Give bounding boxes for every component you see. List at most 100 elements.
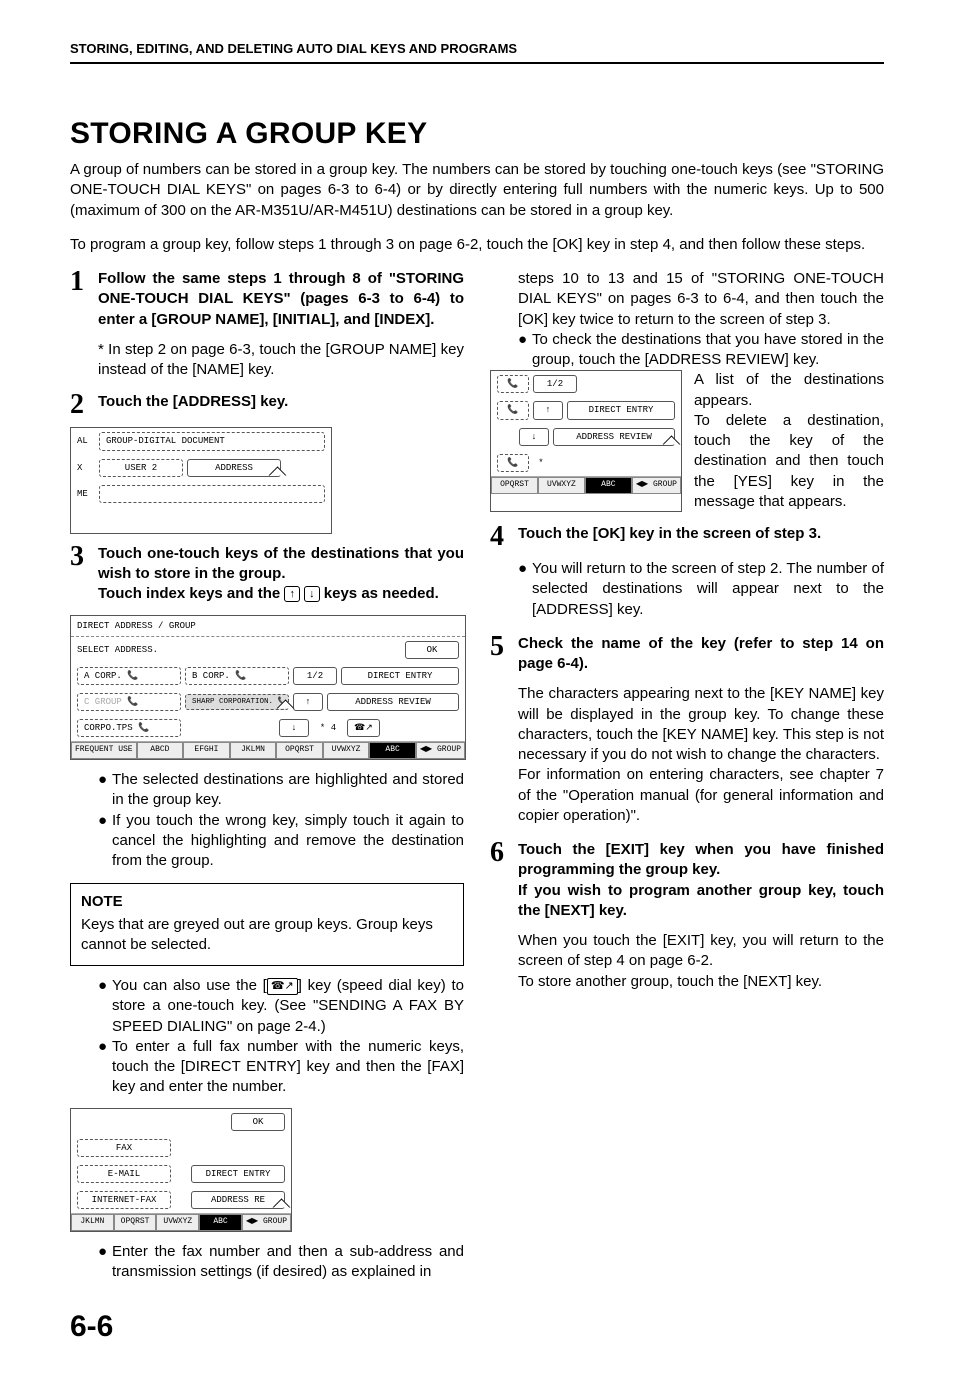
down-button: ↓ bbox=[519, 428, 549, 446]
step-2-head: Touch the [ADDRESS] key. bbox=[98, 392, 288, 417]
step-3-head-2: Touch index keys and the ↑ ↓ keys as nee… bbox=[98, 584, 464, 604]
note-title: NOTE bbox=[81, 892, 453, 912]
tab: JKLMN bbox=[230, 742, 277, 759]
tab: OPQRST bbox=[114, 1214, 157, 1231]
note-bullet-2: ●To enter a full fax number with the num… bbox=[98, 1037, 464, 1098]
step-3-head-1: Touch one-touch keys of the destinations… bbox=[98, 544, 464, 585]
step-number: 3 bbox=[70, 544, 98, 605]
tab: ABCD bbox=[137, 742, 184, 759]
step-number: 5 bbox=[490, 634, 518, 675]
step-5: 5 Check the name of the key (refer to st… bbox=[490, 634, 884, 675]
step-2-screenshot: AL GROUP-DIGITAL DOCUMENT X USER 2 ADDRE… bbox=[70, 427, 332, 533]
speed-dial-icon: ☎↗ bbox=[347, 719, 380, 737]
ok-button: OK bbox=[231, 1113, 285, 1131]
step-6-p1: When you touch the [EXIT] key, you will … bbox=[518, 931, 884, 972]
fax-button: FAX bbox=[77, 1139, 171, 1157]
tab: UVWXYZ bbox=[156, 1214, 199, 1231]
step-number: 6 bbox=[490, 840, 518, 921]
title-bar: DIRECT ADDRESS / GROUP bbox=[71, 616, 465, 637]
step-3: 3 Touch one-touch keys of the destinatio… bbox=[70, 544, 464, 605]
field: GROUP-DIGITAL DOCUMENT bbox=[99, 432, 325, 450]
note-box: NOTE Keys that are greyed out are group … bbox=[70, 883, 464, 966]
up-arrow-icon: ↑ bbox=[284, 586, 300, 602]
step-4-bullet: ●You will return to the screen of step 2… bbox=[518, 559, 884, 620]
index-tabs: OPQRST UVWXYZ ABC ◀▶ GROUP bbox=[491, 476, 681, 494]
step-1-head: Follow the same steps 1 through 8 of "ST… bbox=[98, 269, 464, 330]
tab-active: ABC bbox=[369, 742, 416, 759]
count: * 4 bbox=[313, 722, 343, 734]
page-title: STORING A GROUP KEY bbox=[70, 114, 884, 155]
step-5-p2: For information on entering characters, … bbox=[518, 765, 884, 826]
step-4: 4 Touch the [OK] key in the screen of st… bbox=[490, 524, 884, 549]
tab-active: ABC bbox=[199, 1214, 242, 1231]
ok-button: OK bbox=[405, 641, 459, 659]
key: A CORP. 📞 bbox=[77, 667, 181, 685]
step-5-head: Check the name of the key (refer to step… bbox=[518, 634, 884, 675]
tab-active: ABC bbox=[585, 477, 632, 494]
left-column: 1 Follow the same steps 1 through 8 of "… bbox=[70, 269, 464, 1347]
tab: ◀▶ GROUP bbox=[416, 742, 465, 759]
intro-paragraph-2: To program a group key, follow steps 1 t… bbox=[70, 235, 884, 255]
page-number: 6-6 bbox=[70, 1307, 464, 1348]
step-1: 1 Follow the same steps 1 through 8 of "… bbox=[70, 269, 464, 330]
step-6-head: Touch the [EXIT] key when you have finis… bbox=[518, 840, 884, 921]
key: CORPO.TPS 📞 bbox=[77, 719, 181, 737]
note-screenshot: OK FAX E-MAIL DIRECT ENTRY INTERNET-FAX … bbox=[70, 1108, 292, 1232]
step-1-sub: * In step 2 on page 6-3, touch the [GROU… bbox=[98, 340, 464, 381]
tab: OPQRST bbox=[491, 477, 538, 494]
intro-paragraph-1: A group of numbers can be stored in a gr… bbox=[70, 160, 884, 221]
right-column: steps 10 to 13 and 15 of "STORING ONE-TO… bbox=[490, 269, 884, 1347]
direct-entry-button: DIRECT ENTRY bbox=[191, 1165, 285, 1183]
note-bullet-3: ●Enter the fax number and then a sub-add… bbox=[98, 1242, 464, 1283]
direct-entry-button: DIRECT ENTRY bbox=[567, 401, 675, 419]
step-2: 2 Touch the [ADDRESS] key. bbox=[70, 392, 464, 417]
index-tabs: JKLMN OPQRST UVWXYZ ABC ◀▶ GROUP bbox=[71, 1213, 291, 1231]
note-bullet-1: ● You can also use the [☎↗] key (speed d… bbox=[98, 976, 464, 1037]
step-3-bullet-1: ●The selected destinations are highlight… bbox=[98, 770, 464, 811]
label: AL bbox=[77, 435, 95, 447]
direct-entry-button: DIRECT ENTRY bbox=[341, 667, 459, 685]
key-greyed: C GROUP 📞 bbox=[77, 693, 181, 711]
tab: EFGHI bbox=[183, 742, 230, 759]
speed-dial-icon: ☎↗ bbox=[267, 978, 298, 995]
right-screenshot: 📞 1/2 📞 ↑ DIRECT ENTRY ↓ ADDRESS REVIEW … bbox=[490, 370, 682, 512]
tab: UVWXYZ bbox=[538, 477, 585, 494]
field: USER 2 bbox=[99, 459, 183, 477]
tab: ◀▶ GROUP bbox=[632, 477, 681, 494]
tab: ◀▶ GROUP bbox=[242, 1214, 291, 1231]
right-bullet: ●To check the destinations that you have… bbox=[518, 330, 884, 371]
page-header: STORING, EDITING, AND DELETING AUTO DIAL… bbox=[70, 40, 884, 64]
address-review-button: ADDRESS REVIEW bbox=[553, 428, 675, 446]
up-button: ↑ bbox=[293, 693, 323, 711]
step-4-head: Touch the [OK] key in the screen of step… bbox=[518, 524, 821, 549]
page-indicator: 1/2 bbox=[293, 667, 337, 685]
fig-text-1: A list of the destinations appears. bbox=[694, 370, 884, 411]
note-body: Keys that are greyed out are group keys.… bbox=[81, 915, 453, 956]
right-continuation-1: steps 10 to 13 and 15 of "STORING ONE-TO… bbox=[518, 269, 884, 330]
prompt: SELECT ADDRESS. bbox=[77, 644, 158, 656]
step-3-bullet-2: ●If you touch the wrong key, simply touc… bbox=[98, 811, 464, 872]
index-tabs: FREQUENT USE ABCD EFGHI JKLMN OPQRST UVW… bbox=[71, 741, 465, 759]
step-3-screenshot: DIRECT ADDRESS / GROUP SELECT ADDRESS. O… bbox=[70, 615, 466, 761]
tab: JKLMN bbox=[71, 1214, 114, 1231]
label: X bbox=[77, 462, 95, 474]
ifax-button: INTERNET-FAX bbox=[77, 1191, 171, 1209]
step-number: 1 bbox=[70, 269, 98, 330]
step-number: 2 bbox=[70, 392, 98, 417]
email-button: E-MAIL bbox=[77, 1165, 171, 1183]
step-number: 4 bbox=[490, 524, 518, 549]
address-review-button: ADDRESS REVIEW bbox=[327, 693, 459, 711]
down-arrow-icon: ↓ bbox=[304, 586, 320, 602]
tab: UVWXYZ bbox=[323, 742, 370, 759]
page-indicator: 1/2 bbox=[533, 375, 577, 393]
key: B CORP. 📞 bbox=[185, 667, 289, 685]
tab: FREQUENT USE bbox=[71, 742, 137, 759]
tab: OPQRST bbox=[276, 742, 323, 759]
up-button: ↑ bbox=[533, 401, 563, 419]
down-button: ↓ bbox=[279, 719, 309, 737]
key-selected: SHARP CORPORATION. 📞 bbox=[185, 694, 289, 710]
address-button: ADDRESS bbox=[187, 459, 281, 477]
fig-text-2: To delete a destination, touch the key o… bbox=[694, 411, 884, 512]
step-6-p2: To store another group, touch the [NEXT]… bbox=[518, 972, 884, 992]
address-review-button: ADDRESS RE bbox=[191, 1191, 285, 1209]
